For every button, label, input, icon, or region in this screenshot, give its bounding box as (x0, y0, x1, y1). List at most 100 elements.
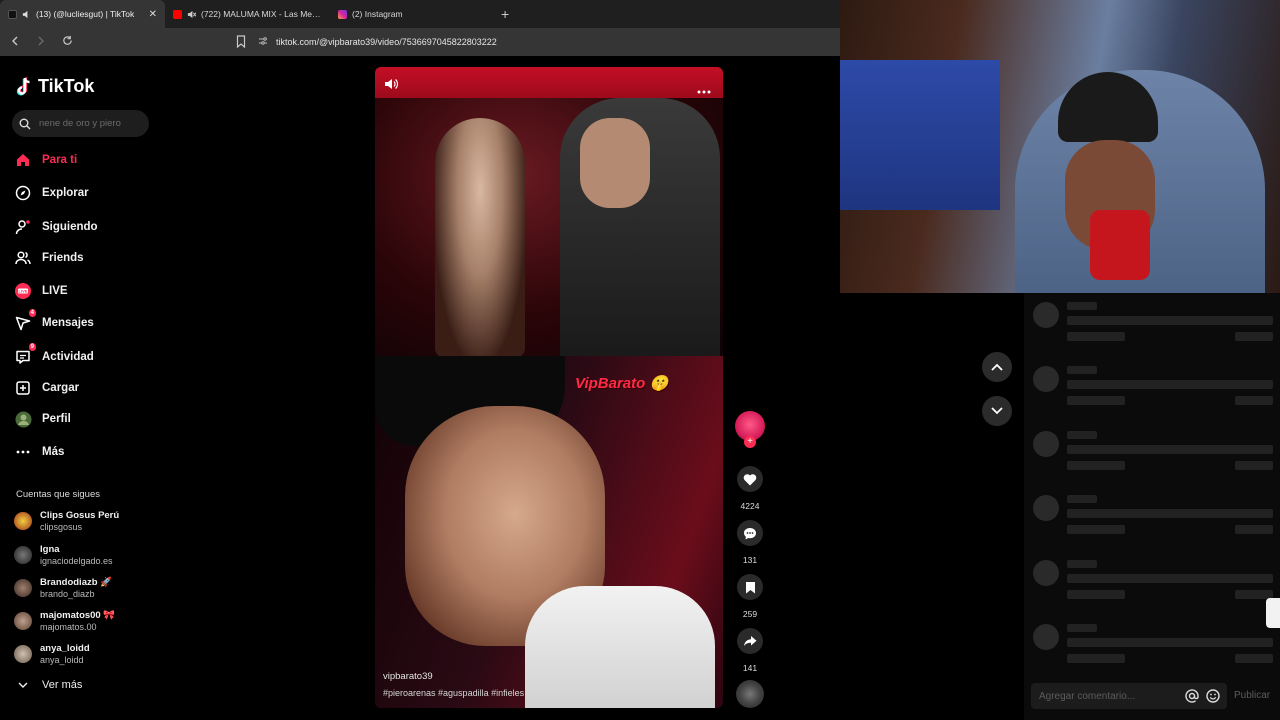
followed-account[interactable]: Clips Gosus Perú clipsgosus (14, 507, 119, 535)
emoji-icon[interactable] (1206, 689, 1220, 708)
nav-label: LIVE (42, 285, 68, 297)
chevron-down-icon (991, 407, 1003, 415)
search-input[interactable] (39, 118, 139, 129)
activity-icon: 9 (14, 343, 36, 366)
save-count: 259 (742, 609, 758, 619)
new-tab-button[interactable]: + (501, 6, 509, 22)
music-disc-icon[interactable] (736, 680, 764, 708)
search-box[interactable] (12, 110, 149, 137)
nav-actividad[interactable]: 9 Actividad (14, 343, 94, 368)
comment-count: 131 (742, 555, 758, 565)
avatar (14, 512, 32, 530)
followed-account[interactable]: Brandodiazb 🚀 brando_diazb (14, 574, 112, 602)
side-panel-tab[interactable] (1266, 598, 1280, 628)
nav-siguiendo[interactable]: Siguiendo (14, 216, 98, 238)
nav-label: Mensajes (42, 317, 94, 329)
forward-arrow-icon[interactable] (34, 35, 48, 49)
activity-badge: 9 (28, 343, 36, 351)
account-handle: clipsgosus (40, 521, 83, 532)
account-name: Igna (40, 543, 60, 555)
following-section-title: Cuentas que sigues (16, 489, 100, 500)
comment-button[interactable] (737, 520, 763, 546)
video-username[interactable]: vipbarato39 (383, 671, 524, 682)
following-icon (14, 218, 32, 236)
like-count: 4224 (740, 501, 760, 511)
tiktok-note-icon (16, 76, 30, 95)
followed-account[interactable]: anya_loidd anya_loidd (14, 640, 90, 668)
video-frame-bottom (375, 356, 723, 708)
followed-account[interactable]: majomatos00 🎀 majomatos.00 (14, 607, 115, 635)
comment-skeleton (1024, 362, 1280, 414)
comment-skeleton (1024, 620, 1280, 672)
nav-cargar[interactable]: Cargar (14, 377, 79, 399)
back-arrow-icon[interactable] (8, 35, 22, 49)
next-video-button[interactable] (982, 396, 1012, 426)
video-top-bar (375, 67, 723, 99)
comment-skeleton (1024, 556, 1280, 608)
save-button[interactable] (737, 574, 763, 600)
youtube-favicon-icon (173, 9, 182, 19)
live-icon: LIVE (14, 282, 32, 300)
more-options-icon[interactable] (697, 81, 711, 99)
nav-label: Siguiendo (42, 221, 98, 233)
follow-plus-icon[interactable]: + (744, 436, 756, 448)
comment-bubble-icon (744, 527, 756, 539)
browser-tab-youtube[interactable]: (722) MALUMA MIX - Las Mejore (165, 0, 330, 28)
home-icon (14, 151, 32, 169)
nav-mensajes[interactable]: 4 Mensajes (14, 309, 94, 334)
browser-tab-instagram[interactable]: (2) Instagram (330, 0, 495, 28)
nav-perfil[interactable]: Perfil (14, 408, 71, 430)
browser-tab-tiktok[interactable]: (13) (@lucliesgut) | TikTok ✕ (0, 0, 165, 28)
nav-live[interactable]: LIVE LIVE (14, 280, 68, 302)
heart-icon (743, 473, 757, 485)
browser-address-bar: tiktok.com/@vipbarato39/video/7536697045… (0, 28, 840, 56)
share-button[interactable] (737, 628, 763, 654)
tiktok-favicon-icon (8, 9, 17, 19)
video-player[interactable]: VipBarato 🤫 vipbarato39 #pieroarenas #ag… (375, 67, 723, 708)
post-comment-button[interactable]: Publicar (1234, 690, 1270, 701)
bookmark-icon[interactable] (236, 35, 246, 53)
video-hashtags[interactable]: #pieroarenas #aguspadilla #infieles (383, 688, 524, 698)
close-tab-icon[interactable]: ✕ (149, 9, 157, 20)
site-info-icon[interactable] (258, 36, 268, 48)
sidebar: TikTok Para ti Explorar Siguiendo Friend… (0, 56, 190, 720)
followed-account[interactable]: Igna ignaciodelgado.es (14, 541, 113, 569)
reload-icon[interactable] (60, 35, 74, 49)
url-field[interactable]: tiktok.com/@vipbarato39/video/7536697045… (258, 32, 828, 52)
mention-icon[interactable] (1185, 689, 1199, 708)
webcam-overlay (840, 0, 1280, 293)
previous-video-button[interactable] (982, 352, 1012, 382)
friends-icon (14, 249, 32, 267)
nav-label: Actividad (42, 351, 94, 363)
share-count: 141 (742, 663, 758, 673)
tab-title: (722) MALUMA MIX - Las Mejore (201, 9, 322, 19)
svg-text:LIVE: LIVE (19, 289, 28, 294)
logo-text: TikTok (38, 76, 95, 96)
nav-mas[interactable]: Más (14, 441, 64, 463)
nav-label: Explorar (42, 187, 89, 199)
tiktok-logo[interactable]: TikTok (16, 76, 94, 97)
comment-skeleton (1024, 427, 1280, 479)
compass-icon (14, 184, 32, 202)
speaker-icon (22, 10, 31, 19)
upload-icon (14, 379, 32, 397)
nav-label: Friends (42, 252, 84, 264)
like-button[interactable] (737, 466, 763, 492)
nav-label: Para ti (42, 154, 78, 166)
comment-input-box[interactable] (1031, 683, 1227, 709)
comment-input[interactable] (1039, 690, 1179, 702)
nav-label: Más (42, 446, 65, 458)
browser-tab-bar: (13) (@lucliesgut) | TikTok ✕ (722) MALU… (0, 0, 840, 28)
nav-para-ti[interactable]: Para ti (14, 149, 77, 171)
nav-friends[interactable]: Friends (14, 247, 84, 269)
messages-badge: 4 (28, 309, 36, 317)
messages-icon: 4 (14, 309, 36, 332)
nav-explorar[interactable]: Explorar (14, 182, 89, 204)
account-name: anya_loidd (40, 642, 90, 654)
account-handle: ignaciodelgado.es (40, 555, 113, 566)
muted-speaker-icon (187, 10, 197, 19)
chevron-up-icon (991, 363, 1003, 371)
avatar (14, 645, 32, 663)
volume-icon[interactable] (384, 77, 399, 95)
see-more-accounts[interactable]: Ver más (18, 679, 82, 691)
